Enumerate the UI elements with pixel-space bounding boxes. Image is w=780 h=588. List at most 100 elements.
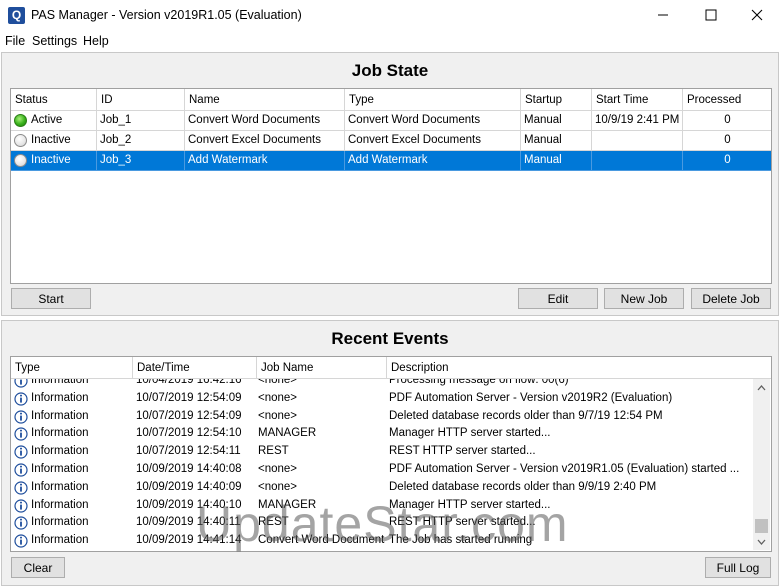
menu-file[interactable]: File [5, 34, 25, 48]
information-icon [14, 498, 28, 513]
job-row[interactable]: Inactive Job_2 Convert Excel Documents C… [11, 131, 771, 151]
close-button[interactable] [734, 0, 780, 30]
information-icon [14, 409, 28, 424]
column-header-description[interactable]: Description [387, 357, 771, 379]
event-datetime: 10/09/2019 14:40:10 [136, 498, 242, 511]
events-table-header: Type Date/Time Job Name Description [11, 357, 771, 379]
event-row[interactable]: Information 10/09/2019 14:40:08 <none> PDF … [11, 461, 751, 479]
menu-settings[interactable]: Settings [32, 34, 77, 48]
full-log-button[interactable]: Full Log [705, 557, 771, 578]
column-header-type[interactable]: Type [11, 357, 133, 379]
event-description: PDF Automation Server - Version v2019R1.… [389, 463, 740, 475]
column-header-type[interactable]: Type [345, 89, 521, 111]
job-id: Job_1 [97, 111, 185, 131]
event-row[interactable]: Information 10/04/2019 16:42:16 <none> Proc… [11, 379, 751, 390]
inactive-status-icon [14, 134, 27, 147]
job-status: Active [31, 114, 63, 126]
delete-job-button[interactable]: Delete Job [691, 288, 771, 309]
maximize-button[interactable] [688, 0, 734, 30]
event-type: Information [31, 498, 89, 511]
event-type: Information [31, 409, 89, 422]
job-startup: Manual [521, 111, 592, 131]
column-header-processed[interactable]: Processed [683, 89, 771, 111]
job-status-cell: Active [11, 111, 97, 131]
start-button[interactable]: Start [11, 288, 91, 309]
column-header-status[interactable]: Status [11, 89, 97, 111]
job-status-cell: Inactive [11, 131, 97, 151]
event-type: Information [31, 445, 89, 458]
minimize-button[interactable] [640, 0, 686, 30]
column-header-startup[interactable]: Startup [521, 89, 592, 111]
job-status: Inactive [31, 134, 71, 146]
job-row-selected[interactable]: Inactive Job_3 Add Watermark Add Waterma… [11, 151, 771, 171]
event-datetime: 10/07/2019 12:54:11 [136, 445, 241, 458]
event-job-name: <none> [258, 480, 298, 493]
event-description: REST HTTP server started... [389, 445, 536, 458]
event-row[interactable]: Information 10/09/2019 14:41:14 Convert Wo… [11, 532, 751, 550]
event-description: REST HTTP server started... [389, 516, 536, 529]
maximize-icon [705, 9, 717, 21]
event-description: Deleted database records older than 9/7/… [389, 409, 663, 422]
event-row[interactable]: Information 10/07/2019 12:54:10 MANAGER Man… [11, 425, 751, 443]
event-description: Manager HTTP server started... [389, 498, 551, 511]
job-type: Convert Excel Documents [345, 131, 521, 151]
job-start-time: 10/9/19 2:41 PM [592, 111, 683, 131]
event-job-name: <none> [258, 409, 298, 422]
event-description: PDF Automation Server - Version v2019R2 … [389, 391, 673, 404]
job-processed: 0 [683, 151, 771, 171]
information-icon [14, 463, 28, 477]
column-header-name[interactable]: Name [185, 89, 345, 111]
column-header-job-name[interactable]: Job Name [257, 357, 387, 379]
event-row[interactable]: Information 10/09/2019 14:40:09 <none> Dele… [11, 479, 751, 497]
job-table-header: Status ID Name Type Startup Start Time P… [11, 89, 771, 111]
column-header-id[interactable]: ID [97, 89, 185, 111]
close-icon [751, 9, 763, 21]
edit-button[interactable]: Edit [518, 288, 598, 309]
events-scrollbar[interactable] [753, 379, 770, 550]
job-type: Convert Word Documents [345, 111, 521, 131]
event-type: Information [31, 534, 89, 547]
event-row[interactable]: Information 10/07/2019 12:54:09 <none> PDF … [11, 390, 751, 408]
event-row[interactable]: Information 10/09/2019 14:40:11 REST REST H… [11, 514, 751, 532]
column-header-start-time[interactable]: Start Time [592, 89, 683, 111]
job-state-table: Status ID Name Type Startup Start Time P… [10, 88, 772, 284]
event-datetime: 10/07/2019 12:54:10 [136, 427, 242, 440]
clear-button[interactable]: Clear [11, 557, 65, 578]
job-type: Add Watermark [345, 151, 521, 171]
job-start-time [592, 131, 683, 151]
recent-events-list[interactable]: Type Date/Time Job Name Description Info… [10, 356, 772, 552]
recent-events-panel: Recent Events Type Date/Time Job Name De… [1, 320, 779, 586]
scroll-up-button[interactable] [753, 379, 770, 396]
column-header-datetime[interactable]: Date/Time [133, 357, 257, 379]
event-type: Information [31, 391, 89, 404]
job-status: Inactive [31, 154, 71, 166]
information-icon [14, 445, 28, 459]
event-job-name: <none> [258, 391, 298, 404]
job-state-panel: Job State Status ID Name Type Startup St… [1, 52, 779, 316]
active-status-icon [14, 114, 27, 127]
inactive-status-icon [14, 154, 27, 167]
event-type: Information [31, 480, 89, 493]
event-description: Manager HTTP server started... [389, 427, 551, 440]
job-startup: Manual [521, 131, 592, 151]
event-row[interactable]: Information 10/09/2019 14:40:10 MANAGER Man… [11, 497, 751, 515]
scroll-down-button[interactable] [753, 533, 770, 550]
recent-events-title: Recent Events [331, 329, 449, 348]
menu-bar: File Settings Help [0, 31, 780, 51]
scroll-thumb[interactable] [755, 519, 768, 533]
event-datetime: 10/09/2019 14:40:09 [136, 480, 242, 493]
new-job-button[interactable]: New Job [604, 288, 684, 309]
job-name: Convert Excel Documents [185, 131, 345, 151]
event-row[interactable]: Information 10/07/2019 12:54:11 REST REST H… [11, 443, 751, 461]
job-id: Job_3 [97, 151, 185, 171]
information-icon [14, 534, 28, 548]
event-datetime: 10/04/2019 16:42:16 [136, 379, 242, 386]
job-row[interactable]: Active Job_1 Convert Word Documents Conv… [11, 111, 771, 131]
event-job-name: REST [258, 516, 289, 529]
event-row[interactable]: Information 10/07/2019 12:54:09 <none> Dele… [11, 408, 751, 426]
information-icon [14, 379, 28, 388]
menu-help[interactable]: Help [83, 34, 109, 48]
information-icon [14, 481, 28, 495]
event-job-name: Convert Word Documents [258, 534, 385, 547]
information-icon [14, 516, 28, 530]
